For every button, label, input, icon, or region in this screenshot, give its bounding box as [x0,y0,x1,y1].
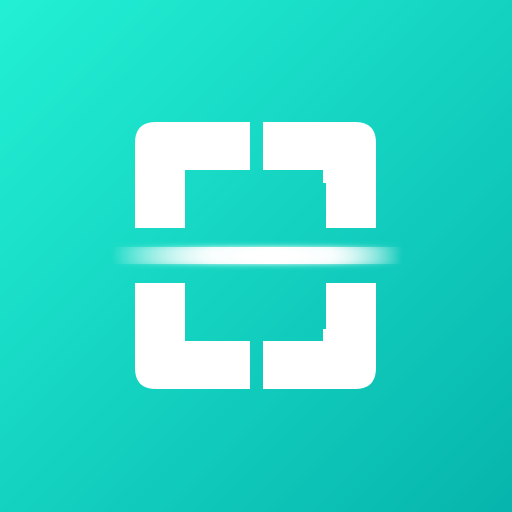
scanner-app-icon[interactable] [0,0,512,512]
scan-line [112,247,402,264]
scan-frame-icon [0,0,512,512]
